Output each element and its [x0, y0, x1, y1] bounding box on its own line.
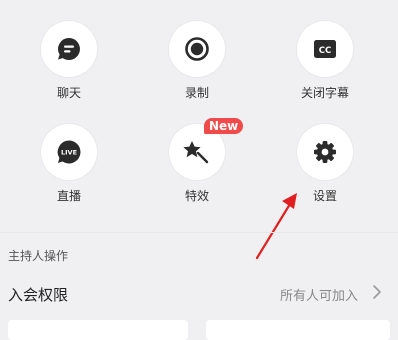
record-button[interactable] [169, 21, 225, 77]
section-divider [0, 232, 398, 233]
join-permission-label: 入会权限 [8, 286, 69, 304]
live-button[interactable]: LIVE [41, 124, 97, 180]
record-label: 录制 [184, 86, 209, 100]
settings-gear-icon [314, 141, 336, 163]
live-label: 直播 [56, 189, 81, 203]
cc-icon-text: CC [319, 46, 331, 56]
chat-label: 聊天 [56, 86, 81, 100]
settings-label: 设置 [312, 189, 337, 203]
chat-button[interactable] [41, 21, 97, 77]
live-icon-text: LIVE [61, 149, 77, 157]
more-actions-grid: 聊天 录制 CC 关闭字幕 LIVE 直播 New 特效 设置 [0, 0, 398, 232]
bottom-card-left[interactable] [8, 320, 188, 340]
chevron-right-icon [373, 285, 381, 299]
record-icon [185, 37, 209, 61]
bottom-card-right[interactable] [206, 320, 390, 340]
chat-bubble-icon [58, 38, 80, 60]
join-permission-row[interactable]: 入会权限 所有人可加入 [0, 270, 398, 314]
host-actions-title: 主持人操作 [8, 249, 69, 263]
settings-button[interactable] [297, 124, 353, 180]
join-permission-value: 所有人可加入 [279, 289, 358, 304]
live-icon: LIVE [57, 140, 81, 164]
effects-label: 特效 [184, 189, 209, 203]
close-captions-button[interactable]: CC [297, 21, 353, 77]
closed-captions-icon: CC [314, 40, 336, 58]
new-badge: New [204, 118, 244, 134]
close-captions-label: 关闭字幕 [300, 86, 349, 100]
